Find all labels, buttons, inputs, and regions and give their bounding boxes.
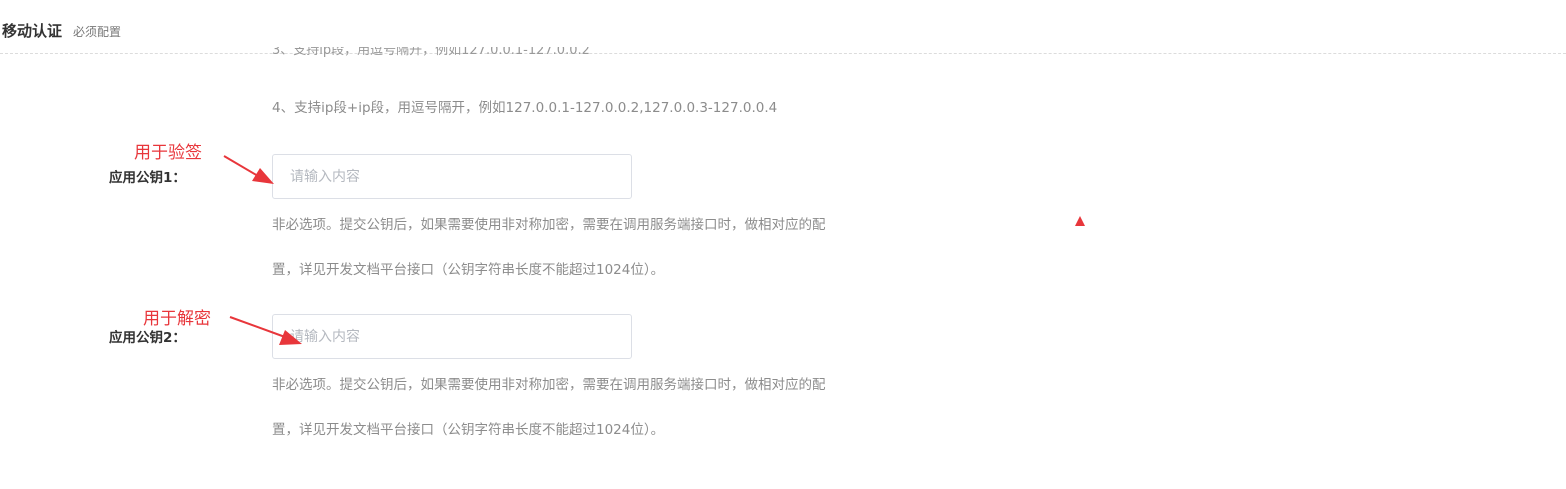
arrow-to-public-key-2-icon [229, 316, 302, 345]
arrow-to-public-key-1-icon [223, 155, 274, 184]
annotation-arrows [223, 155, 302, 345]
